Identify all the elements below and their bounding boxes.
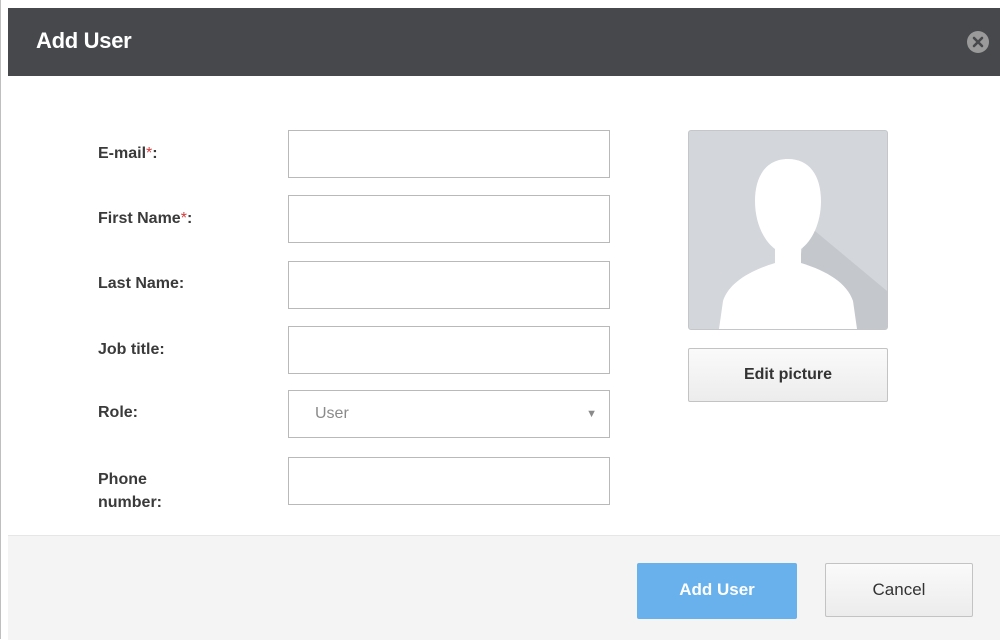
phone-label: Phone number: (98, 471, 162, 511)
add-user-button[interactable]: Add User (637, 563, 797, 619)
role-select[interactable]: User ▼ (288, 390, 610, 438)
profile-picture (688, 130, 888, 330)
user-silhouette-icon (719, 159, 887, 329)
phone-number-field[interactable] (288, 457, 610, 505)
dropdown-arrow-icon: ▼ (586, 408, 597, 420)
last-name-field[interactable] (288, 261, 610, 309)
role-selected-value: User (315, 405, 349, 422)
dialog-title: Add User (36, 28, 132, 53)
job-title-field[interactable] (288, 326, 610, 374)
cancel-button[interactable]: Cancel (825, 563, 973, 617)
edit-picture-button[interactable]: Edit picture (688, 348, 888, 402)
first-name-field[interactable] (288, 195, 610, 243)
role-label: Role: (98, 404, 138, 421)
first-name-label: First Name*: (98, 210, 193, 227)
add-user-dialog: Add User E-mail*: First Name*: Last Name… (8, 8, 1000, 640)
dialog-footer: Add User Cancel (8, 535, 1000, 640)
email-label: E-mail*: (98, 145, 158, 162)
job-title-label: Job title: (98, 341, 165, 358)
last-name-label: Last Name: (98, 275, 185, 292)
window-edge (0, 0, 1, 639)
close-icon (972, 36, 984, 48)
dialog-header: Add User (8, 8, 1000, 76)
close-button[interactable] (967, 31, 989, 53)
email-field[interactable] (288, 130, 610, 178)
